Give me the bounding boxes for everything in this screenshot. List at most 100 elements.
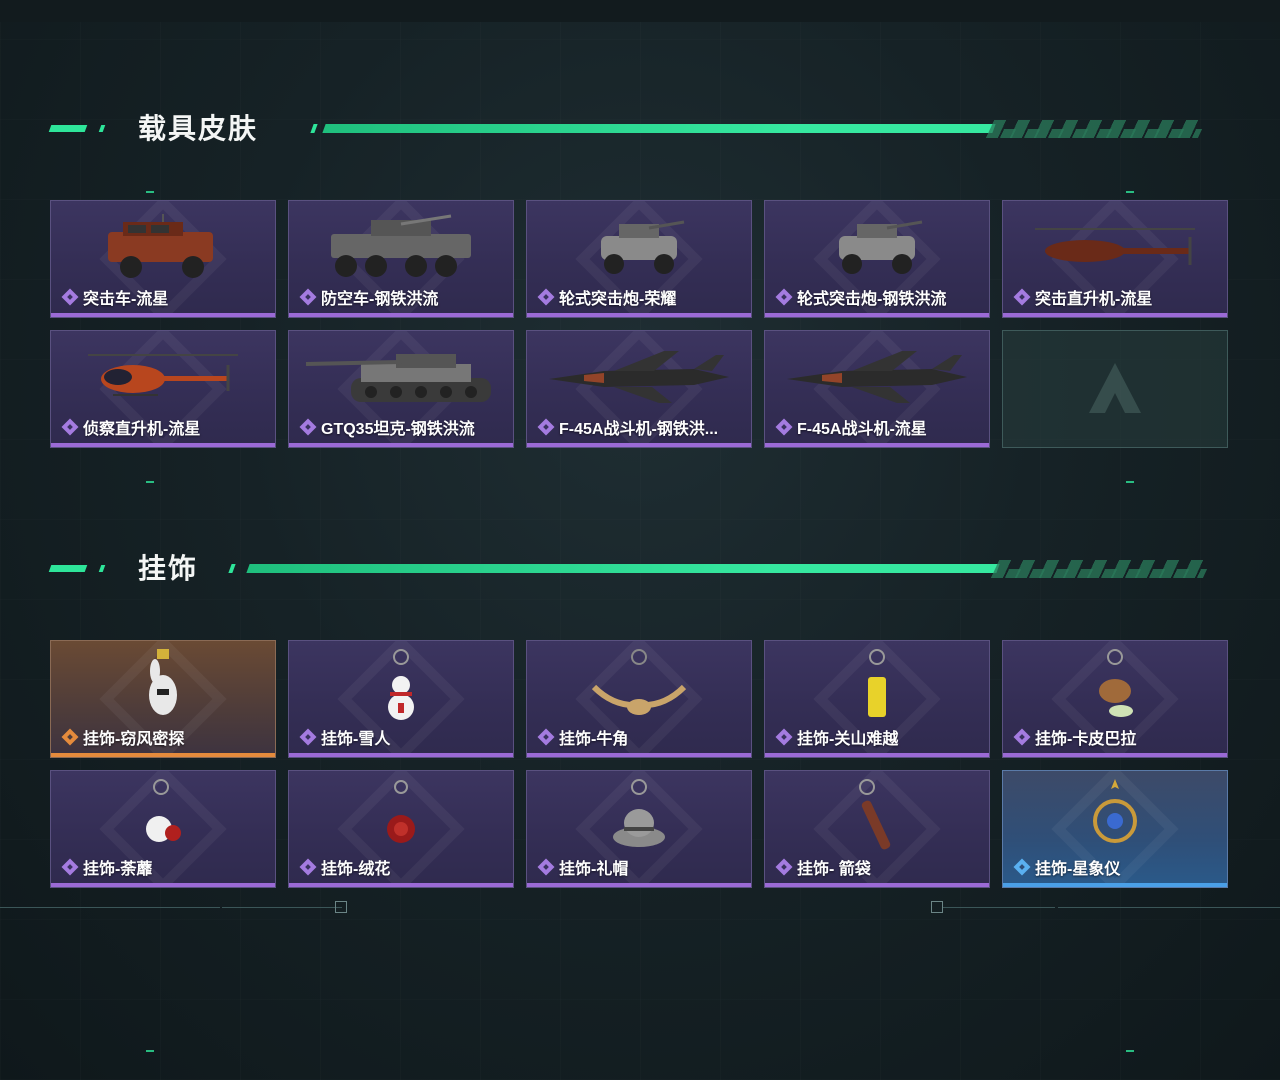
- section-title: 挂饰: [138, 553, 199, 584]
- quiver-charm-icon: [765, 777, 989, 857]
- rarity-diamond-icon: [537, 858, 555, 876]
- fighter-jet-icon: [765, 337, 989, 417]
- card-label-row: 挂饰-绒花: [299, 855, 390, 879]
- rarity-diamond-icon: [61, 728, 79, 746]
- item-card[interactable]: 侦察直升机-流星: [50, 330, 276, 448]
- corner-tick: [1126, 191, 1134, 193]
- footer-square: [335, 901, 347, 913]
- item-label: 挂饰-雪人: [321, 731, 391, 748]
- item-card[interactable]: 挂饰-关山难越: [764, 640, 990, 758]
- rarity-diamond-icon: [299, 288, 317, 306]
- footer-square: [931, 901, 943, 913]
- item-label: 挂饰-礼帽: [559, 861, 629, 878]
- item-label: 挂饰-荼蘼: [83, 861, 153, 878]
- item-card[interactable]: 轮式突击炮-钢铁洪流: [764, 200, 990, 318]
- fighter-jet-icon: [527, 337, 751, 417]
- item-label: 挂饰-卡皮巴拉: [1035, 731, 1137, 748]
- card-label-row: 轮式突击炮-荣耀: [537, 285, 676, 309]
- item-card[interactable]: F-45A战斗机-钢铁洪...: [526, 330, 752, 448]
- corner-tick: [146, 1050, 154, 1052]
- card-label-row: 突击车-流星: [61, 285, 168, 309]
- background-texture: [0, 0, 1280, 1080]
- item-label: 突击车-流星: [83, 291, 169, 308]
- corner-tick: [146, 191, 154, 193]
- card-label-row: 突击直升机-流星: [1013, 285, 1152, 309]
- item-label: 挂饰-星象仪: [1035, 861, 1121, 878]
- item-label: 防空车-钢铁洪流: [321, 291, 439, 308]
- rarity-diamond-icon: [537, 728, 555, 746]
- header-dash: [48, 565, 88, 572]
- rarity-diamond-icon: [1013, 288, 1031, 306]
- item-card[interactable]: 挂饰-牛角: [526, 640, 752, 758]
- footer-line: [0, 907, 220, 908]
- item-card[interactable]: 挂饰- 箭袋: [764, 770, 990, 888]
- item-card[interactable]: 挂饰-雪人: [288, 640, 514, 758]
- item-card[interactable]: F-45A战斗机-流星: [764, 330, 990, 448]
- item-card[interactable]: 挂饰-礼帽: [526, 770, 752, 888]
- card-label-row: 挂饰-雪人: [299, 725, 390, 749]
- card-label-row: 挂饰-星象仪: [1013, 855, 1120, 879]
- section-header-vehicle-skins: 载具皮肤: [0, 110, 1280, 150]
- card-label-row: 挂饰-卡皮巴拉: [1013, 725, 1136, 749]
- scroll-charm-icon: [765, 647, 989, 727]
- flower-charm-icon: [51, 777, 275, 857]
- footer-line: [1058, 907, 1280, 908]
- item-label: F-45A战斗机-流星: [797, 421, 927, 438]
- corner-tick: [1126, 481, 1134, 483]
- header-checker-pattern: [987, 129, 1203, 138]
- item-card[interactable]: 挂饰-卡皮巴拉: [1002, 640, 1228, 758]
- card-label-row: 挂饰-荼蘼: [61, 855, 152, 879]
- empty-slot: [1002, 330, 1228, 448]
- corner-tick: [1126, 1050, 1134, 1052]
- item-card[interactable]: 防空车-钢铁洪流: [288, 200, 514, 318]
- armored-car-icon: [51, 207, 275, 287]
- item-label: F-45A战斗机-钢铁洪...: [559, 421, 719, 438]
- capybara-charm-icon: [1003, 647, 1227, 727]
- item-label: 轮式突击炮-钢铁洪流: [797, 291, 947, 308]
- empty-slot-logo-icon: [1085, 359, 1145, 419]
- rarity-diamond-icon: [61, 858, 79, 876]
- item-card[interactable]: 挂饰-星象仪: [1002, 770, 1228, 888]
- rarity-diamond-icon: [537, 418, 555, 436]
- section-header-charms: 挂饰: [0, 550, 1280, 590]
- rarity-diamond-icon: [537, 288, 555, 306]
- rarity-diamond-icon: [61, 288, 79, 306]
- item-card[interactable]: 挂饰-窃风密探: [50, 640, 276, 758]
- item-card[interactable]: 挂饰-绒花: [288, 770, 514, 888]
- tank-icon: [289, 337, 513, 417]
- item-label: 挂饰-牛角: [559, 731, 629, 748]
- rarity-diamond-icon: [299, 728, 317, 746]
- snowman-charm-icon: [289, 647, 513, 727]
- rarity-diamond-icon: [775, 418, 793, 436]
- rarity-diamond-icon: [299, 858, 317, 876]
- item-card[interactable]: 突击车-流星: [50, 200, 276, 318]
- rarity-diamond-icon: [1013, 858, 1031, 876]
- card-label-row: 防空车-钢铁洪流: [299, 285, 438, 309]
- item-card[interactable]: 突击直升机-流星: [1002, 200, 1228, 318]
- item-card[interactable]: 轮式突击炮-荣耀: [526, 200, 752, 318]
- anti-air-vehicle-icon: [289, 207, 513, 287]
- wheeled-assault-gun-icon: [765, 207, 989, 287]
- card-label-row: F-45A战斗机-钢铁洪...: [537, 415, 718, 439]
- rarity-diamond-icon: [1013, 728, 1031, 746]
- wheeled-assault-gun-icon: [527, 207, 751, 287]
- corner-tick: [146, 481, 154, 483]
- scout-helicopter-icon: [51, 337, 275, 417]
- astrolabe-charm-icon: [1003, 777, 1227, 857]
- header-line-mark: [310, 124, 318, 133]
- item-card[interactable]: 挂饰-荼蘼: [50, 770, 276, 888]
- item-label: 侦察直升机-流星: [83, 421, 201, 438]
- header-dash: [48, 125, 88, 132]
- card-label-row: 挂饰-牛角: [537, 725, 628, 749]
- rarity-diamond-icon: [775, 288, 793, 306]
- header-checker-pattern: [992, 569, 1208, 578]
- item-card[interactable]: GTQ35坦克-钢铁洪流: [288, 330, 514, 448]
- rarity-diamond-icon: [775, 728, 793, 746]
- fedora-charm-icon: [527, 777, 751, 857]
- header-line-mark: [228, 564, 236, 573]
- rose-charm-icon: [289, 777, 513, 857]
- header-dash: [98, 565, 106, 572]
- footer-line: [222, 907, 342, 908]
- header-line: [246, 564, 1000, 573]
- card-label-row: 轮式突击炮-钢铁洪流: [775, 285, 946, 309]
